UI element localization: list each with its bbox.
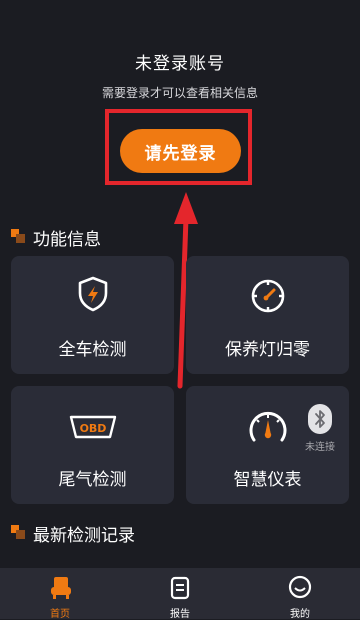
obd-icon-text: OBD — [79, 422, 106, 435]
card-label: 尾气检测 — [58, 470, 127, 490]
nav-label-profile: 我的 — [290, 609, 310, 620]
card-emission-check[interactable]: OBD 尾气检测 — [11, 386, 174, 504]
bluetooth-status[interactable]: 未连接 — [301, 404, 339, 456]
nav-item-report[interactable]: 报告 — [140, 568, 220, 620]
bluetooth-icon — [315, 410, 325, 428]
card-label: 保养灯归零 — [225, 340, 310, 360]
bluetooth-status-label: 未连接 — [305, 442, 335, 453]
nav-item-profile[interactable]: 我的 — [260, 568, 340, 620]
card-label: 全车检测 — [58, 340, 127, 360]
card-maintenance-reset[interactable]: 保养灯归零 — [186, 256, 349, 374]
bottom-nav: 首页 报告 我的 — [0, 568, 360, 620]
smile-icon — [288, 575, 312, 599]
shield-bolt-icon — [78, 276, 107, 312]
section-features-title: 功能信息 — [33, 230, 101, 250]
section-records-title: 最新检测记录 — [33, 526, 135, 546]
login-subtitle: 需要登录才可以查看相关信息 — [101, 86, 258, 100]
login-title: 未登录账号 — [135, 54, 225, 74]
speedometer-icon — [249, 411, 286, 442]
nav-label-home: 首页 — [50, 609, 70, 620]
bluetooth-icon-circle — [308, 404, 332, 434]
section-features-icon — [11, 229, 25, 243]
obd-icon: OBD — [69, 415, 116, 439]
nav-label-report: 报告 — [170, 609, 190, 620]
car-seat-icon — [51, 577, 71, 599]
card-full-vehicle-check[interactable]: 全车检测 — [11, 256, 174, 374]
card-label: 智慧仪表 — [233, 470, 302, 490]
section-records-icon — [11, 525, 25, 539]
nav-item-home[interactable]: 首页 — [20, 568, 100, 620]
login-button[interactable]: 请先登录 — [120, 129, 241, 173]
report-icon — [170, 576, 190, 600]
gauge-reset-icon — [251, 279, 284, 313]
